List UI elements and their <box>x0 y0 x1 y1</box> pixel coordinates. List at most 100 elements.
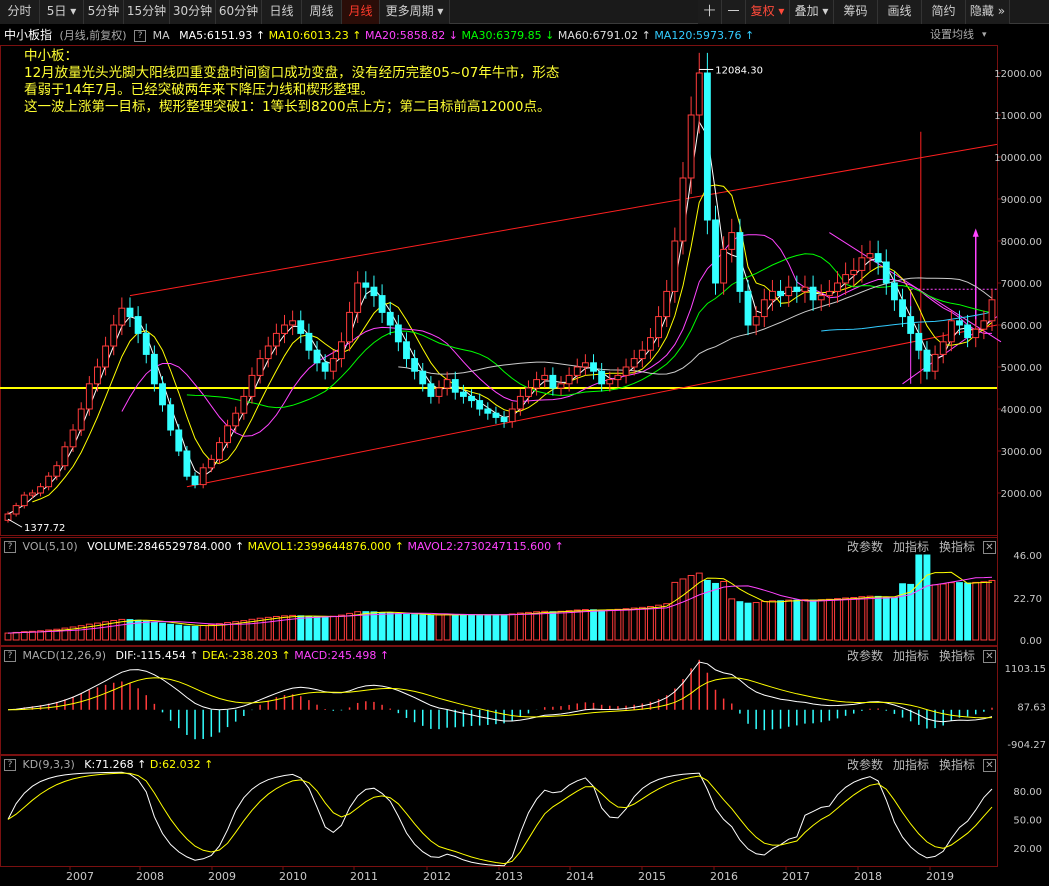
price-tick-label: 12000.00 <box>994 69 1042 80</box>
change-params-button[interactable]: 改参数 <box>847 538 883 556</box>
vol-tick-label: 0.00 <box>1020 636 1042 647</box>
macd-title[interactable]: MACD(12,26,9) <box>23 649 107 662</box>
switch-indicator-button[interactable]: 换指标 <box>939 756 975 774</box>
close-icon[interactable]: ✕ <box>983 541 996 554</box>
volume-bar <box>411 614 419 641</box>
period-tab[interactable]: 月线 <box>342 0 380 24</box>
candle-body <box>874 253 882 263</box>
help-icon[interactable]: ? <box>4 759 16 771</box>
mavol2-value: MAVOL2:2730247115.600 <box>407 540 552 553</box>
volume-bar <box>899 583 906 641</box>
period-tab[interactable]: 15分钟 <box>124 0 170 24</box>
period-tab[interactable]: 60分钟 <box>216 0 262 24</box>
period-tab[interactable]: 分时 <box>0 0 40 24</box>
candle-body <box>744 290 752 326</box>
low-pointer <box>7 518 23 528</box>
candle-body <box>785 286 793 297</box>
help-icon[interactable]: ? <box>134 30 147 42</box>
index-name[interactable]: 中小板指 <box>4 28 52 42</box>
candle-body <box>403 341 410 360</box>
candle-body <box>199 467 207 486</box>
volume-bar <box>972 581 980 641</box>
period-tab[interactable]: 日线 <box>262 0 302 24</box>
candle-body <box>207 458 215 469</box>
candle-body <box>216 442 223 460</box>
panel-frame <box>0 45 998 536</box>
volume-bar <box>557 610 565 641</box>
volume-bar <box>964 582 972 641</box>
volume-bar <box>581 609 589 641</box>
period-tab[interactable]: 5日 ▾ <box>40 0 84 24</box>
ma-settings-button[interactable]: 设置均线 <box>930 25 974 45</box>
volume-bar <box>565 610 573 641</box>
volume-bar <box>956 582 963 641</box>
up-arrow-icon: ↑ <box>185 649 203 662</box>
candle-body <box>110 324 118 347</box>
volume-bar <box>549 611 557 641</box>
candle-body <box>687 114 695 179</box>
close-icon[interactable]: ✕ <box>983 759 996 772</box>
ma30-line <box>186 253 993 409</box>
price-tick-label: 10000.00 <box>994 153 1042 164</box>
candle-body <box>386 311 394 326</box>
change-params-button[interactable]: 改参数 <box>847 756 883 774</box>
volume-bar <box>329 615 337 641</box>
add-indicator-button[interactable]: 加指标 <box>893 647 929 665</box>
candle-body <box>890 282 898 301</box>
volume-bar <box>850 597 858 641</box>
hide-button[interactable]: 隐藏 » <box>966 0 1010 24</box>
candle-body <box>362 282 370 288</box>
volume-bar <box>468 614 475 641</box>
help-icon[interactable]: ? <box>4 650 16 662</box>
up-arrow-icon: ↑ <box>638 29 655 42</box>
change-params-button[interactable]: 改参数 <box>847 647 883 665</box>
macd-tick-label: 87.63 <box>1017 702 1046 713</box>
d-value: D:62.032 <box>149 758 201 771</box>
period-tab[interactable]: 周线 <box>302 0 342 24</box>
switch-indicator-button[interactable]: 换指标 <box>939 647 975 665</box>
volume-bar <box>825 598 833 641</box>
restore-rights-button[interactable]: 复权 ▾ <box>746 0 790 24</box>
candle-body <box>329 358 337 372</box>
volume-bar <box>508 613 516 641</box>
volume-bar <box>687 574 695 641</box>
candle-body <box>500 416 508 423</box>
simple-button[interactable]: 简约 <box>922 0 966 24</box>
ma20-value: MA20:5858.82 <box>365 29 446 42</box>
period-tab[interactable]: 更多周期 ▾ <box>380 0 450 24</box>
switch-indicator-button[interactable]: 换指标 <box>939 538 975 556</box>
volume-bar <box>150 621 158 641</box>
dea-line <box>7 677 993 719</box>
volume-bar <box>728 598 736 641</box>
period-tab[interactable]: 30分钟 <box>170 0 216 24</box>
kd-tick-label: 80.00 <box>1013 787 1042 798</box>
up-arrow-icon: ↑ <box>252 29 269 42</box>
year-label: 2015 <box>638 870 666 883</box>
candle-body <box>459 391 467 397</box>
period-tab[interactable]: 5分钟 <box>84 0 124 24</box>
kd-title[interactable]: KD(9,3,3) <box>23 758 75 771</box>
close-icon[interactable]: ✕ <box>983 650 996 663</box>
candle-body <box>468 395 475 402</box>
volume-bar <box>199 624 207 641</box>
candle-body <box>931 353 939 372</box>
candle-body <box>728 232 736 250</box>
add-indicator-button[interactable]: 加指标 <box>893 756 929 774</box>
volume-bar <box>679 578 687 641</box>
overlay-button[interactable]: 叠加 ▾ <box>790 0 834 24</box>
candle-body <box>915 332 923 351</box>
candle-body <box>655 316 663 339</box>
chips-button[interactable]: 筹码 <box>834 0 878 24</box>
volume-bar <box>207 624 215 641</box>
chevron-down-icon[interactable]: ▾ <box>982 25 987 45</box>
zoom-in-button[interactable]: 十 <box>698 0 722 24</box>
help-icon[interactable]: ? <box>4 541 16 553</box>
vol-title[interactable]: VOL(5,10) <box>23 540 78 553</box>
draw-button[interactable]: 画线 <box>878 0 922 24</box>
zoom-out-button[interactable]: 一 <box>722 0 746 24</box>
candle-body <box>53 465 61 477</box>
candle-body <box>842 274 850 284</box>
analysis-annotation: 中小板： 12月放量光头光脚大阳线四重变盘时间窗口成功变盘，没有经历完整05~0… <box>24 48 559 116</box>
candle-body <box>565 374 573 385</box>
add-indicator-button[interactable]: 加指标 <box>893 538 929 556</box>
